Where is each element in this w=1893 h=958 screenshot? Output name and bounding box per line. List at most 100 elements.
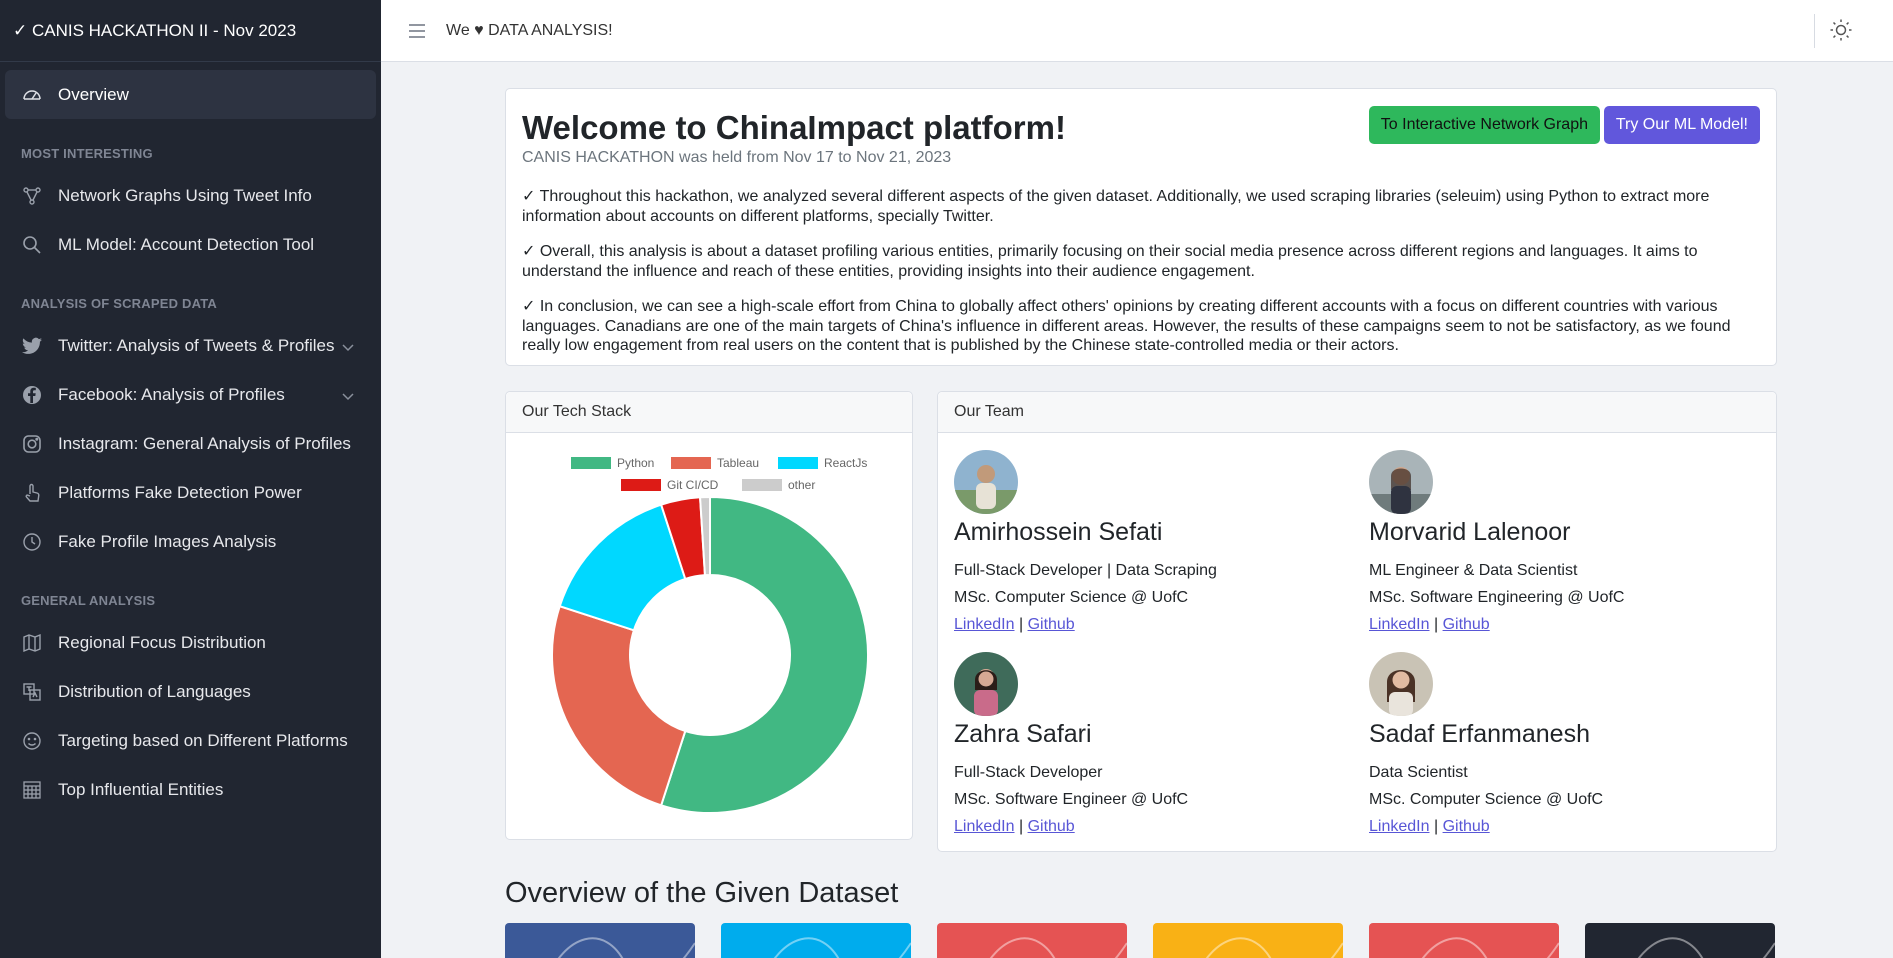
ml-model-button[interactable]: Try Our ML Model!	[1603, 106, 1760, 144]
dataset-overview-title: Overview of the Given Dataset	[505, 877, 899, 909]
link-separator: |	[1433, 818, 1439, 835]
avatar	[1369, 652, 1433, 716]
welcome-card: Welcome to ChinaImpact platform! CANIS H…	[505, 88, 1777, 366]
github-link[interactable]: Github	[1028, 616, 1075, 633]
github-link[interactable]: Github	[1443, 616, 1490, 633]
link-separator: |	[1018, 818, 1024, 835]
github-link[interactable]: Github	[1443, 818, 1490, 835]
brand-title[interactable]: ✓ CANIS HACKATHON II - Nov 2023	[0, 0, 381, 62]
team-member-card: Sadaf Erfanmanesh Data Scientist MSc. Co…	[1369, 652, 1769, 840]
sidebar-item-twitter[interactable]: Twitter: Analysis of Tweets & Profiles	[5, 321, 376, 370]
team-header: Our Team	[938, 392, 1776, 433]
dataset-stat-tile[interactable]	[1585, 923, 1775, 958]
top-header: We ♥ DATA ANALYSIS!	[381, 0, 1893, 62]
member-links: LinkedIn | Github	[1369, 813, 1769, 840]
sidebar-item-targeting[interactable]: Targeting based on Different Platforms	[5, 716, 376, 765]
linkedin-link[interactable]: LinkedIn	[954, 818, 1015, 835]
section-most-interesting: MOST INTERESTING	[21, 146, 153, 161]
instagram-icon	[21, 433, 43, 455]
member-role: Data Scientist	[1369, 764, 1468, 781]
team-member-card: Zahra Safari Full-Stack Developer MSc. S…	[954, 652, 1354, 840]
sidebar-item-label: Platforms Fake Detection Power	[58, 482, 302, 502]
member-links: LinkedIn | Github	[954, 813, 1354, 840]
section-general-analysis: GENERAL ANALYSIS	[21, 593, 156, 608]
github-link[interactable]: Github	[1028, 818, 1075, 835]
header-divider	[1814, 14, 1815, 48]
sidebar-item-top-entities[interactable]: Top Influential Entities	[5, 765, 376, 814]
sidebar-item-label: Twitter: Analysis of Tweets & Profiles	[58, 335, 335, 355]
hamburger-menu-icon[interactable]	[406, 20, 428, 42]
member-name: Zahra Safari	[954, 720, 1092, 748]
welcome-paragraph-3: ✓ In conclusion, we can see a high-scale…	[522, 298, 1731, 354]
member-education: MSc. Software Engineer @ UofC	[954, 791, 1189, 808]
dataset-stat-tile[interactable]	[721, 923, 911, 958]
sidebar-item-label: Instagram: General Analysis of Profiles	[58, 433, 351, 453]
team-card: Our Team Amirhossein Sefati Full-Stack D…	[937, 391, 1777, 852]
header-title[interactable]: We ♥ DATA ANALYSIS!	[446, 22, 613, 40]
sidebar-item-label: Fake Profile Images Analysis	[58, 531, 277, 551]
sidebar-item-languages[interactable]: Distribution of Languages	[5, 667, 376, 716]
member-role: ML Engineer & Data Scientist	[1369, 562, 1578, 579]
smile-icon	[21, 730, 43, 752]
history-icon	[21, 531, 43, 553]
team-member-card: Amirhossein Sefati Full-Stack Developer …	[954, 450, 1354, 638]
tech-stack-card: Our Tech Stack Python Tableau ReactJs Git C…	[505, 391, 913, 840]
linkedin-link[interactable]: LinkedIn	[954, 616, 1015, 633]
section-analysis-scraped: ANALYSIS OF SCRAPED DATA	[21, 296, 217, 311]
sidebar-item-label: Overview	[58, 84, 129, 104]
dataset-stat-tile[interactable]	[1153, 923, 1343, 958]
team-member-card: Morvarid Lalenoor ML Engineer & Data Sci…	[1369, 450, 1769, 638]
donut-slice-tableau[interactable]	[551, 604, 687, 807]
sidebar-item-network-graphs[interactable]: Network Graphs Using Tweet Info	[5, 171, 376, 220]
dataset-stat-tile[interactable]	[505, 923, 695, 958]
graph-icon	[21, 185, 43, 207]
member-name: Sadaf Erfanmanesh	[1369, 720, 1590, 748]
sidebar: ✓ CANIS HACKATHON II - Nov 2023 Overview…	[0, 0, 381, 958]
sun-icon[interactable]	[1829, 18, 1853, 42]
speedometer-icon	[21, 84, 43, 106]
language-icon	[21, 681, 43, 703]
network-graph-button[interactable]: To Interactive Network Graph	[1368, 106, 1600, 144]
sidebar-item-fake-images[interactable]: Fake Profile Images Analysis	[5, 517, 376, 566]
sidebar-item-label: ML Model: Account Detection Tool	[58, 234, 315, 254]
member-links: LinkedIn | Github	[954, 611, 1354, 638]
avatar	[1369, 450, 1433, 514]
tech-stack-header: Our Tech Stack	[506, 392, 912, 433]
chevron-down-icon	[342, 337, 354, 357]
member-education: MSc. Software Engineering @ UofC	[1369, 589, 1625, 606]
member-role: Full-Stack Developer | Data Scraping	[954, 562, 1217, 579]
dataset-stat-tile[interactable]	[937, 923, 1127, 958]
sidebar-item-fake-detection[interactable]: Platforms Fake Detection Power	[5, 468, 376, 517]
sidebar-item-label: Top Influential Entities	[58, 779, 224, 799]
sidebar-item-label: Distribution of Languages	[58, 681, 251, 701]
sidebar-item-overview[interactable]: Overview	[5, 70, 376, 119]
sidebar-item-label: Targeting based on Different Platforms	[58, 730, 348, 750]
member-education: MSc. Computer Science @ UofC	[1369, 791, 1604, 808]
sidebar-item-ml-model[interactable]: ML Model: Account Detection Tool	[5, 220, 376, 269]
welcome-subtitle: CANIS HACKATHON was held from Nov 17 to …	[522, 149, 952, 166]
sidebar-item-regional-focus[interactable]: Regional Focus Distribution	[5, 618, 376, 667]
avatar	[954, 450, 1018, 514]
linkedin-link[interactable]: LinkedIn	[1369, 818, 1430, 835]
avatar	[954, 652, 1018, 716]
member-role: Full-Stack Developer	[954, 764, 1103, 781]
sidebar-item-label: Facebook: Analysis of Profiles	[58, 384, 285, 404]
chevron-down-icon	[342, 386, 354, 406]
tech-stack-donut-chart	[551, 495, 869, 814]
member-links: LinkedIn | Github	[1369, 611, 1769, 638]
twitter-icon	[21, 335, 43, 357]
sidebar-item-label: Network Graphs Using Tweet Info	[58, 185, 312, 205]
welcome-paragraph-1: ✓ Throughout this hackathon, we analyzed…	[522, 188, 1710, 225]
sidebar-nav: Overview MOST INTERESTING Network Graphs…	[0, 62, 381, 822]
member-name: Morvarid Lalenoor	[1369, 518, 1571, 546]
sidebar-item-facebook[interactable]: Facebook: Analysis of Profiles	[5, 370, 376, 419]
map-icon	[21, 632, 43, 654]
pointer-hand-icon	[21, 482, 43, 504]
grid-table-icon	[21, 779, 43, 801]
member-education: MSc. Computer Science @ UofC	[954, 589, 1189, 606]
linkedin-link[interactable]: LinkedIn	[1369, 616, 1430, 633]
facebook-icon	[21, 384, 43, 406]
member-name: Amirhossein Sefati	[954, 518, 1163, 546]
dataset-stat-tile[interactable]	[1369, 923, 1559, 958]
sidebar-item-instagram[interactable]: Instagram: General Analysis of Profiles	[5, 419, 376, 468]
